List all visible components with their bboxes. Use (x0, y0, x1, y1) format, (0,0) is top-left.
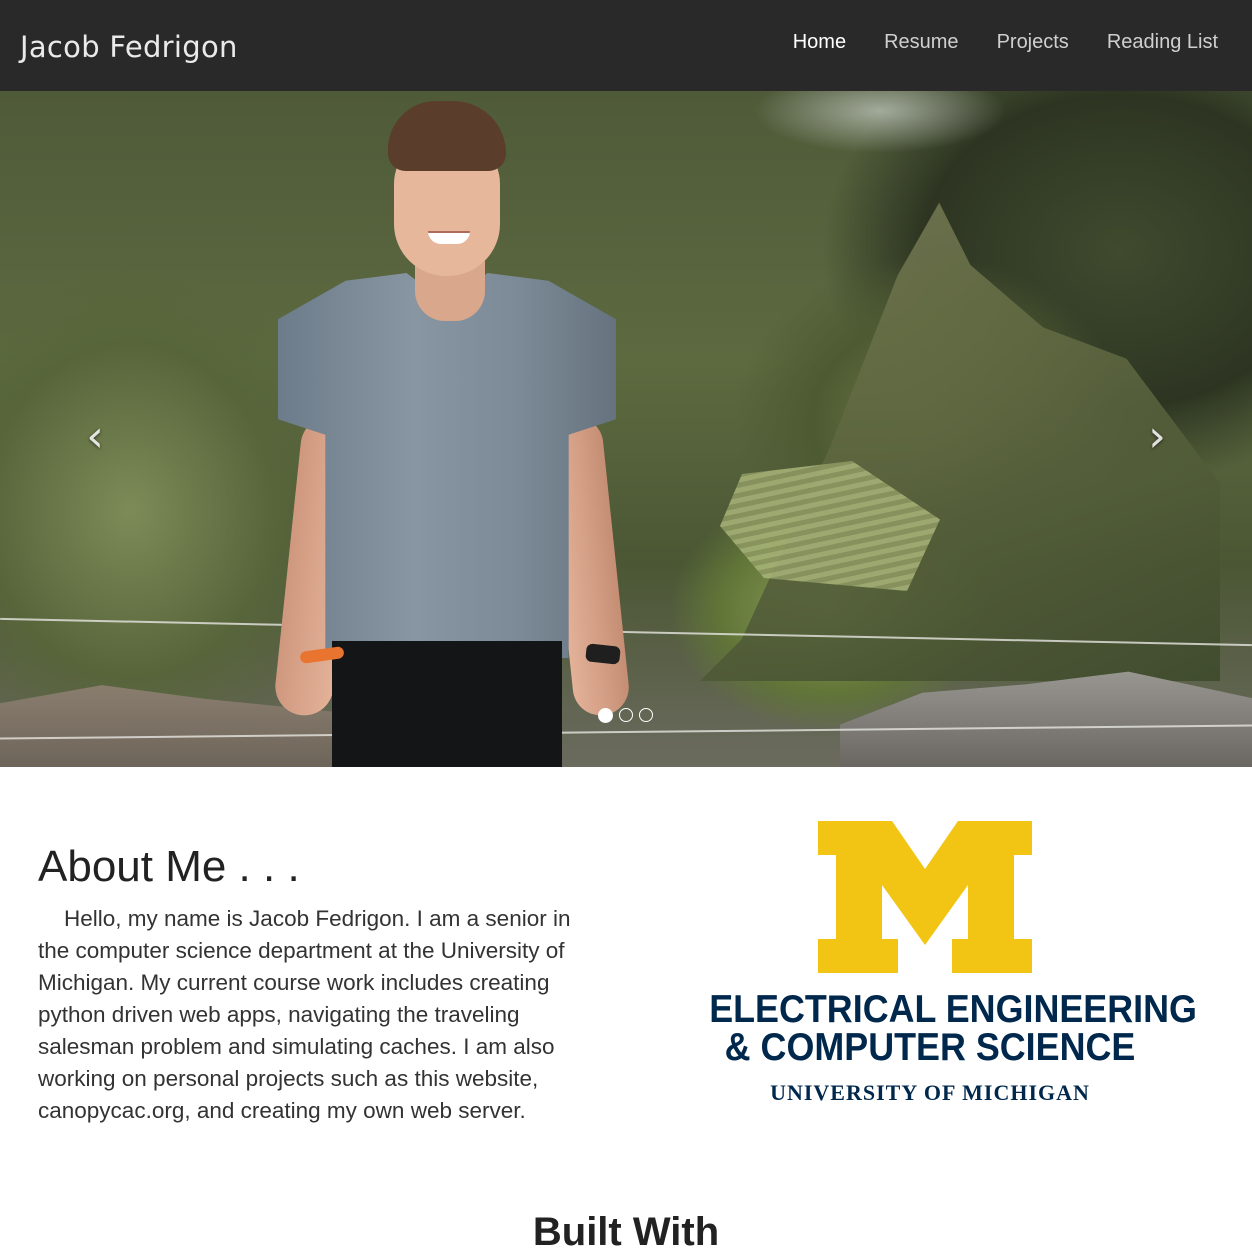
nav-link-resume[interactable]: Resume (884, 31, 958, 54)
nav-links: Home Resume Projects Reading List (793, 31, 1218, 54)
site-brand[interactable]: Jacob Fedrigon (20, 30, 238, 64)
nav-link-home[interactable]: Home (793, 31, 846, 54)
carousel-indicator-3[interactable] (639, 708, 653, 722)
photo-carousel: ‹ › (0, 91, 1252, 767)
carousel-indicator-1[interactable] (598, 708, 613, 723)
block-m-icon (818, 821, 1032, 973)
watch (585, 643, 621, 665)
logo-text-line3: UNIVERSITY OF MICHIGAN (770, 1080, 1090, 1105)
logo-text-line2: & COMPUTER SCIENCE (724, 1026, 1136, 1069)
built-with-title: Built With (532, 1210, 720, 1254)
smile (428, 231, 470, 244)
about-text: Hello, my name is Jacob Fedrigon. I am a… (38, 906, 571, 1123)
chevron-left-icon[interactable]: ‹ (75, 413, 115, 461)
about-title: About Me . . . (38, 842, 300, 891)
chevron-right-icon[interactable]: › (1137, 413, 1177, 461)
pants (332, 641, 562, 767)
nav-link-projects[interactable]: Projects (997, 31, 1069, 54)
person-photo (270, 101, 632, 767)
hair (388, 101, 506, 171)
nav-link-reading-list[interactable]: Reading List (1107, 31, 1218, 54)
umich-eecs-logo: ELECTRICAL ENGINEERING & COMPUTER SCIENC… (690, 818, 1197, 1118)
t-shirt (278, 273, 616, 658)
carousel-indicators (598, 708, 653, 723)
carousel-indicator-2[interactable] (619, 708, 633, 722)
navbar: Jacob Fedrigon Home Resume Projects Read… (0, 0, 1252, 91)
